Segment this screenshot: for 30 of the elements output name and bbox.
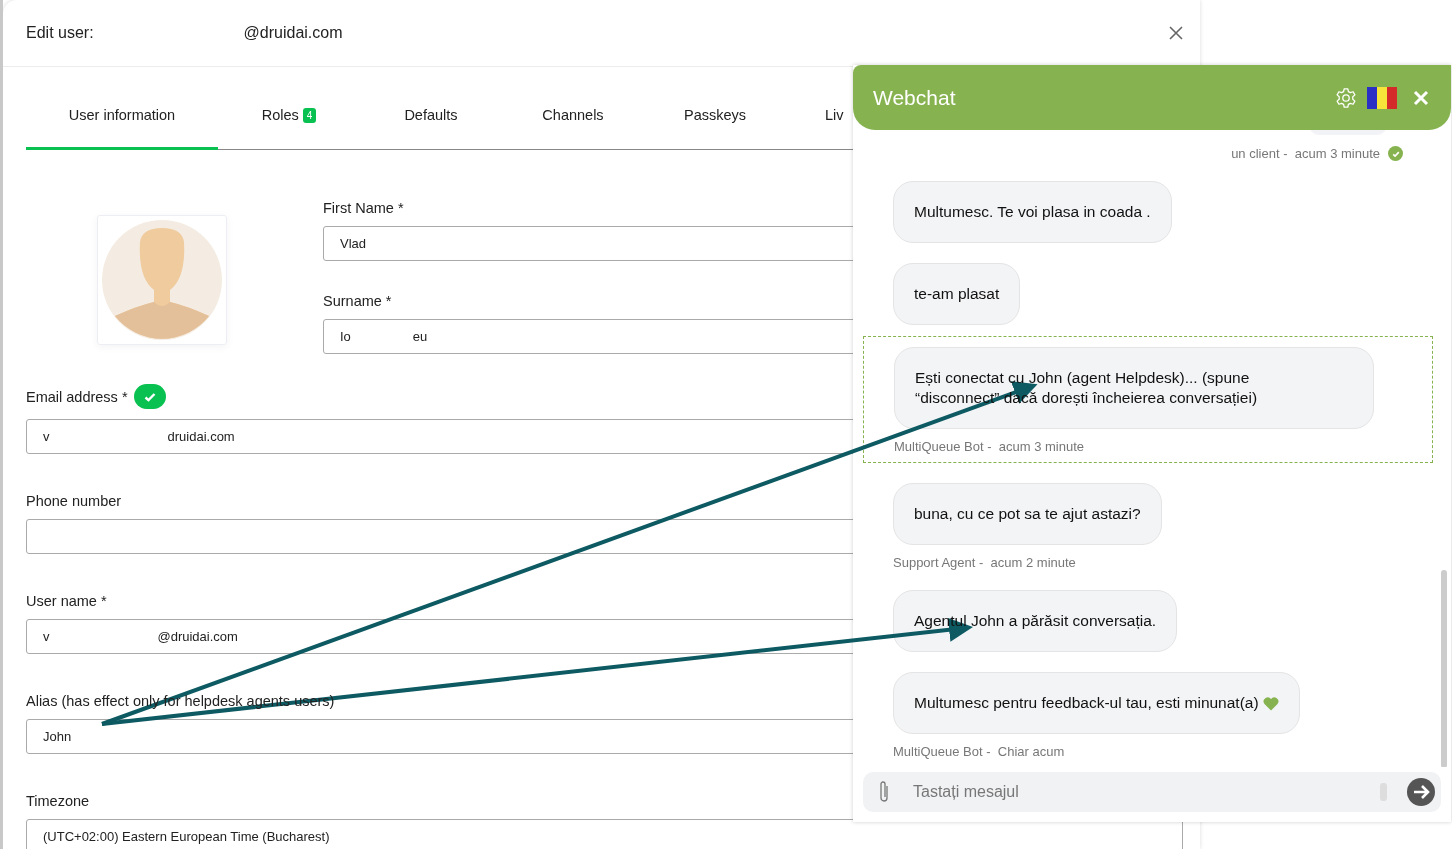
- close-icon[interactable]: [1413, 89, 1429, 106]
- message-text: Multumesc pentru feedback-ul tau, esti minunat(a): [914, 693, 1259, 713]
- tab[interactable]: Passkeys: [644, 83, 786, 150]
- field-label: Timezone: [26, 793, 90, 809]
- send-icon[interactable]: [1407, 778, 1435, 806]
- flag-icon[interactable]: [1367, 86, 1397, 109]
- message-field[interactable]: Tastați mesajul: [863, 772, 1441, 812]
- scrollbar[interactable]: [1441, 570, 1447, 767]
- count-badge: 4: [302, 107, 317, 123]
- message-input[interactable]: Tastați mesajul: [911, 782, 1360, 802]
- field-label: Phone number: [26, 493, 122, 509]
- message-meta: Support Agent - acum 2 minute: [893, 555, 1076, 570]
- message-text: te-am plasat: [914, 284, 1000, 304]
- message-text: Multumesc. Te voi plasa in coada .: [914, 202, 1151, 222]
- attachment-icon[interactable]: [877, 780, 891, 804]
- message-meta: MultiQueue Bot - acum 3 minute: [894, 439, 1085, 454]
- message-text: buna, cu ce pot sa te ajut astazi?: [914, 504, 1141, 524]
- tab[interactable]: User information: [26, 83, 218, 150]
- tab[interactable]: Defaults: [360, 83, 502, 150]
- settings-icon[interactable]: [1335, 86, 1357, 109]
- field-label: User name *: [26, 593, 107, 609]
- message-meta: un client - acum 3 minute: [1231, 146, 1380, 161]
- tab[interactable]: Channels: [502, 83, 644, 150]
- dialog-title: Edit user: @druidai.com: [26, 24, 344, 42]
- chat-title: Webchat: [873, 85, 957, 110]
- field-label: Email address *: [26, 388, 128, 405]
- field-label: First Name *: [323, 200, 404, 216]
- field-label: Surname *: [323, 293, 392, 309]
- tab[interactable]: Liv: [786, 83, 844, 150]
- tab[interactable]: Roles 4: [218, 83, 360, 150]
